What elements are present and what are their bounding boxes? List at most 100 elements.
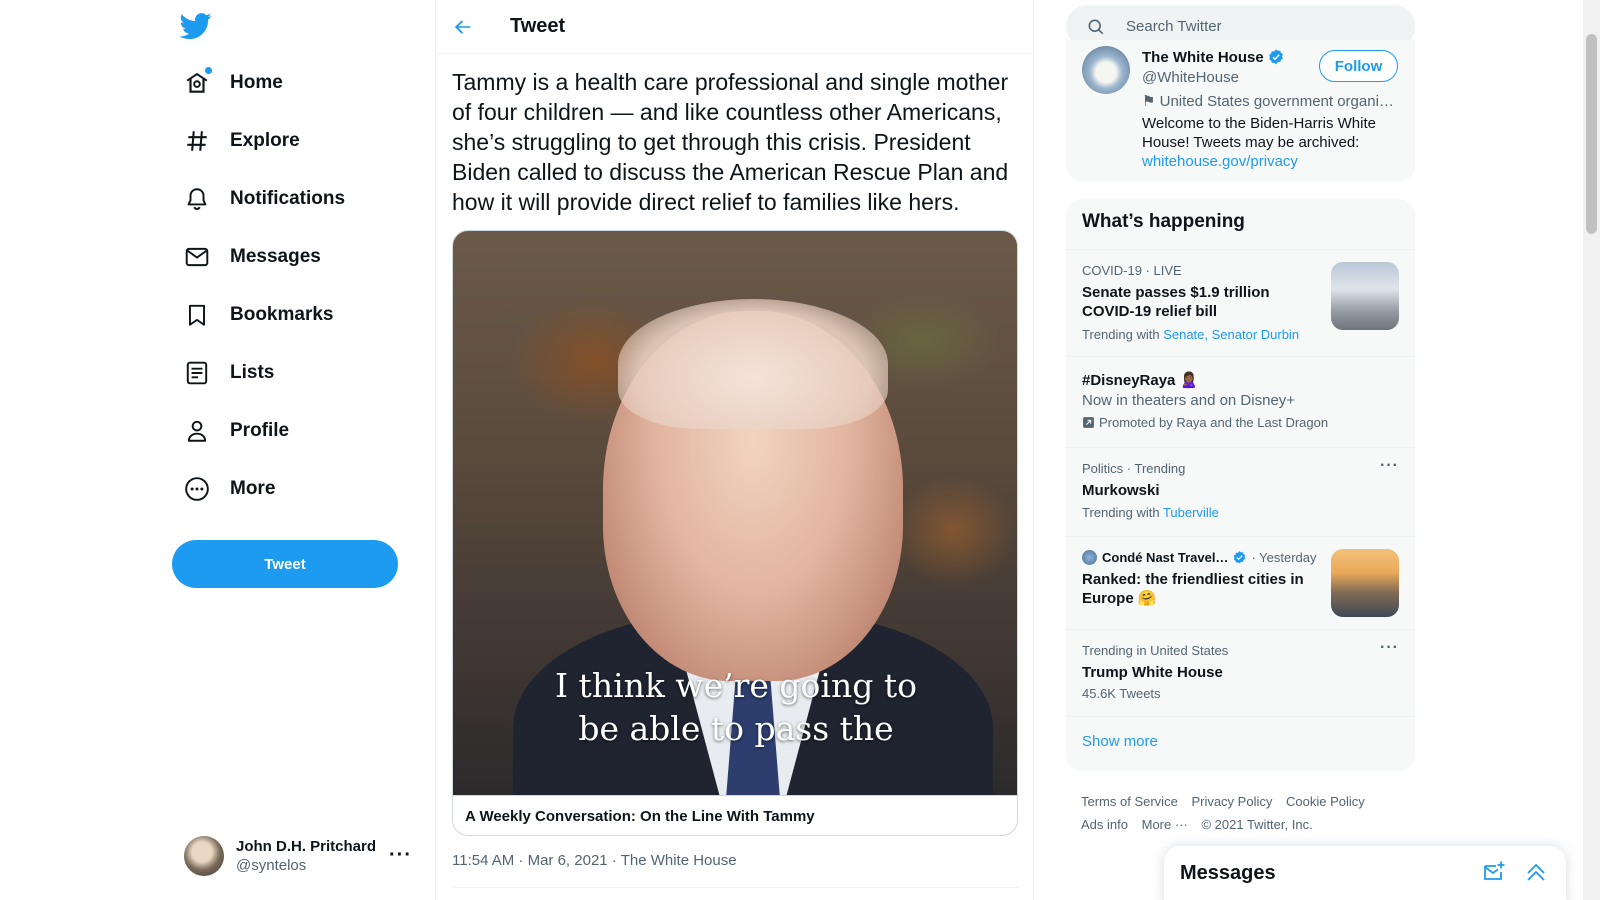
nav-notifications[interactable]: Notifications [172, 174, 357, 224]
trends-title: What’s happening [1082, 211, 1245, 232]
nav-more-label: More [230, 478, 276, 499]
footer-link[interactable]: More ··· [1142, 817, 1188, 832]
trend-title: Ranked: the friendliest cities in Europe… [1082, 571, 1304, 607]
profile-bio: Welcome to the Biden-Harris White House!… [1142, 114, 1402, 171]
source-avatar [1082, 550, 1097, 565]
verified-badge-icon [1268, 49, 1283, 65]
profile-bio-link[interactable]: whitehouse.gov/privacy [1142, 153, 1298, 170]
nav-lists[interactable]: Lists [172, 348, 286, 398]
trend-with-links[interactable]: Tuberville [1163, 505, 1219, 520]
account-name: John D.H. Pritchard [236, 838, 377, 855]
trend-item-news[interactable]: Condé Nast Travel… · Yesterday Ranked: t… [1066, 536, 1415, 629]
footer-link[interactable]: Privacy Policy [1191, 794, 1272, 809]
emoji-icon: 🙎🏾‍♀️ [1179, 372, 1199, 389]
trend-time: · Yesterday [1251, 550, 1317, 565]
profile-bio-text: Welcome to the Biden-Harris White House!… [1142, 115, 1376, 151]
show-more-row[interactable]: Show more [1066, 716, 1415, 771]
messages-drawer-title: Messages [1180, 861, 1276, 884]
bookmark-icon [184, 302, 210, 328]
trend-with-label: Trending with [1082, 327, 1160, 342]
divider [452, 887, 1018, 888]
nav-home[interactable]: Home [172, 58, 295, 108]
home-icon [184, 67, 212, 96]
footer-link[interactable]: Terms of Service [1081, 794, 1178, 809]
video-card[interactable]: I think we’re going to be able to pass t… [452, 230, 1018, 836]
trend-item[interactable]: Politics · Trending Murkowski Trending w… [1066, 447, 1415, 536]
trend-item-promoted[interactable]: #DisneyRaya 🙎🏾‍♀️ Now in theaters and on… [1066, 356, 1415, 447]
video-player[interactable]: I think we’re going to be able to pass t… [453, 231, 1017, 795]
trend-meta: Trending in United States [1082, 643, 1229, 658]
trend-meta: Politics · Trending [1082, 461, 1186, 476]
nav-profile[interactable]: Profile [172, 406, 301, 456]
video-caption: I think we’re going to be able to pass t… [453, 664, 1017, 750]
account-handle: @syntelos [236, 857, 307, 874]
search-icon [1088, 19, 1104, 34]
nav-home-label: Home [230, 72, 283, 93]
nav-notifications-label: Notifications [230, 188, 346, 209]
arrow-left-icon [454, 19, 471, 34]
trend-with-links[interactable]: Senate, Senator Durbin [1163, 327, 1299, 342]
profile-card: The White House @WhiteHouse ⚑ United Sta… [1066, 40, 1415, 182]
follow-button[interactable]: Follow [1319, 50, 1398, 82]
left-sidebar: Home Explore Notifications Messages Book… [0, 0, 436, 900]
nav-bookmarks-label: Bookmarks [230, 304, 334, 325]
search-input[interactable] [1126, 18, 1386, 35]
capitol-thumbnail [1331, 262, 1399, 330]
more-dots-icon[interactable]: ··· [1380, 639, 1399, 657]
twitter-logo-icon[interactable] [179, 10, 214, 44]
trend-item[interactable]: COVID-19 · LIVE Senate passes $1.9 trill… [1066, 249, 1415, 356]
profile-name[interactable]: The White House [1142, 48, 1285, 66]
tweet-timestamp[interactable]: 11:54 AM · Mar 6, 2021 · The White House [452, 852, 737, 869]
back-button[interactable] [446, 10, 480, 44]
bell-icon [184, 186, 210, 212]
nav-explore-label: Explore [230, 130, 300, 151]
notification-dot [205, 67, 212, 74]
trend-meta: COVID-19 · LIVE [1082, 263, 1182, 278]
collapse-up-icon[interactable] [1524, 860, 1550, 886]
trend-hashtag: #DisneyRaya [1082, 372, 1176, 389]
nav-profile-label: Profile [230, 420, 290, 441]
trend-subtitle: Now in theaters and on Disney+ [1082, 392, 1296, 409]
trend-title: #DisneyRaya 🙎🏾‍♀️ [1082, 371, 1198, 390]
profile-handle: @WhiteHouse [1142, 69, 1239, 86]
account-switcher[interactable]: John D.H. Pritchard @syntelos ··· [174, 826, 424, 886]
list-icon [184, 360, 210, 386]
verified-badge-icon [1234, 551, 1246, 564]
profile-name-text: The White House [1142, 48, 1264, 66]
footer: Terms of Service Privacy Policy Cookie P… [1081, 790, 1401, 836]
city-thumbnail [1331, 549, 1399, 617]
messages-drawer[interactable]: Messages [1164, 846, 1566, 900]
footer-link[interactable]: Ads info [1081, 817, 1128, 832]
avatar[interactable] [1082, 46, 1130, 94]
video-card-title: A Weekly Conversation: On the Line With … [453, 795, 1017, 835]
envelope-icon [184, 244, 210, 270]
nav-explore[interactable]: Explore [172, 116, 312, 166]
page-header: Tweet [436, 0, 1033, 54]
video-caption-line1: I think we’re going to [555, 666, 917, 705]
new-message-icon[interactable] [1482, 860, 1508, 886]
main-column: Tweet Tammy is a health care professiona… [436, 0, 1034, 900]
tweet-button[interactable]: Tweet [172, 540, 398, 588]
more-circle-icon [184, 476, 210, 502]
tweet-text: Tammy is a health care professional and … [452, 69, 1009, 215]
trend-title: Murkowski [1082, 482, 1160, 499]
whats-happening-panel: What’s happening COVID-19 · LIVE Senate … [1066, 199, 1415, 771]
scrollbar[interactable] [1583, 0, 1600, 900]
trend-title: Senate passes $1.9 trillion COVID-19 rel… [1082, 284, 1270, 320]
video-caption-line2: be able to pass the [578, 709, 894, 748]
profile-category: ⚑ United States government organi… [1142, 93, 1394, 110]
more-dots-icon[interactable]: ··· [1380, 457, 1399, 475]
nav-messages[interactable]: Messages [172, 232, 333, 282]
trend-with-label: Trending with [1082, 505, 1160, 520]
nav-more[interactable]: More [172, 464, 287, 514]
nav-messages-label: Messages [230, 246, 321, 267]
scrollbar-thumb[interactable] [1586, 34, 1597, 234]
footer-link[interactable]: Cookie Policy [1286, 794, 1365, 809]
nav-bookmarks[interactable]: Bookmarks [172, 290, 346, 340]
trend-item[interactable]: Trending in United States Trump White Ho… [1066, 629, 1415, 716]
trend-source: Condé Nast Travel… [1102, 550, 1229, 565]
promoted-by: Promoted by Raya and the Last Dragon [1099, 415, 1329, 430]
trend-count: 45.6K Tweets [1082, 686, 1161, 701]
nav-lists-label: Lists [230, 362, 275, 383]
show-more-link[interactable]: Show more [1082, 733, 1158, 750]
